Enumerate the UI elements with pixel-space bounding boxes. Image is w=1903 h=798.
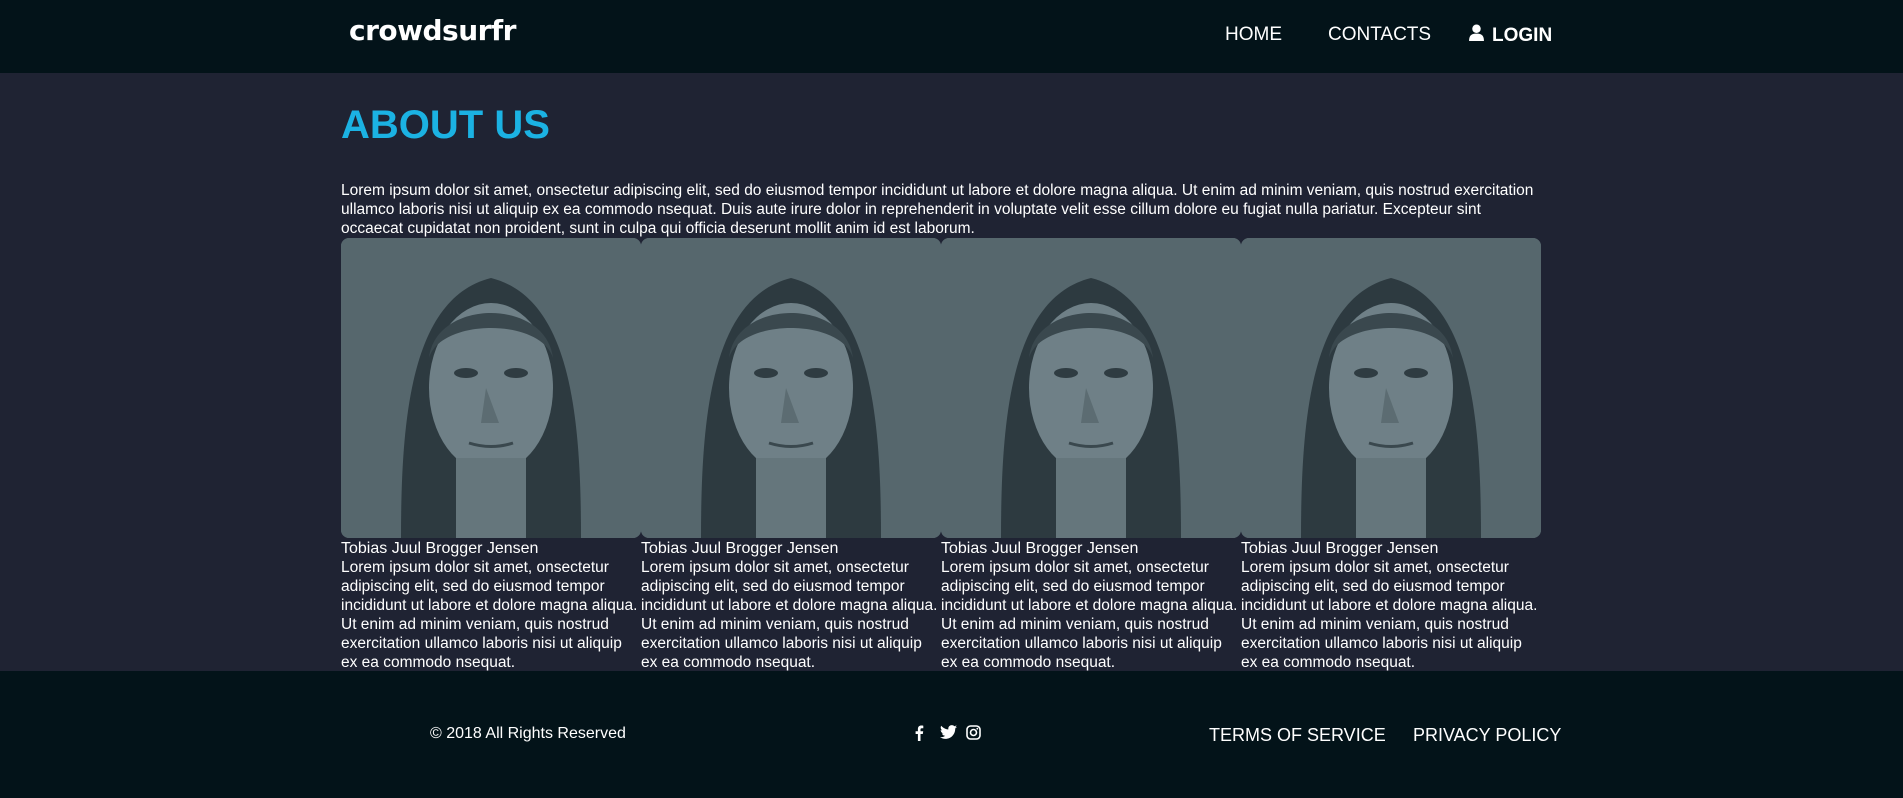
twitter-icon[interactable] — [940, 725, 957, 741]
page-title: ABOUT US — [341, 103, 550, 147]
member-bio: Lorem ipsum dolor sit amet, onsectetur a… — [1241, 559, 1538, 671]
instagram-icon[interactable] — [966, 725, 982, 741]
about-intro: Lorem ipsum dolor sit amet, onsectetur a… — [341, 182, 1534, 237]
member-name: Tobias Juul Brogger Jensen — [941, 540, 1139, 557]
team-member-card: Tobias Juul Brogger Jensen Lorem ipsum d… — [341, 238, 641, 672]
team-member-card: Tobias Juul Brogger Jensen Lorem ipsum d… — [941, 238, 1241, 672]
member-photo — [641, 238, 941, 538]
social-links — [914, 725, 982, 741]
terms-of-service-link[interactable]: TERMS OF SERVICE — [1209, 725, 1386, 746]
team-member-card: Tobias Juul Brogger Jensen Lorem ipsum d… — [641, 238, 941, 672]
member-name: Tobias Juul Brogger Jensen — [1241, 540, 1439, 557]
nav-contacts-link[interactable]: CONTACTS — [1328, 24, 1431, 46]
privacy-policy-link[interactable]: PRIVACY POLICY — [1413, 725, 1561, 746]
member-bio: Lorem ipsum dolor sit amet, onsectetur a… — [941, 559, 1238, 671]
login-link[interactable]: LOGIN — [1469, 24, 1552, 47]
member-photo — [941, 238, 1241, 538]
copyright-text: © 2018 All Rights Reserved — [430, 725, 626, 742]
member-photo — [341, 238, 641, 538]
member-bio: Lorem ipsum dolor sit amet, onsectetur a… — [341, 559, 638, 671]
nav-home-link[interactable]: HOME — [1225, 24, 1282, 46]
footer: © 2018 All Rights Reserved TERMS OF SERV… — [0, 671, 1903, 798]
member-name: Tobias Juul Brogger Jensen — [641, 540, 839, 557]
user-icon — [1469, 24, 1484, 47]
team-grid: Tobias Juul Brogger Jensen Lorem ipsum d… — [341, 238, 1541, 672]
team-member-card: Tobias Juul Brogger Jensen Lorem ipsum d… — [1241, 238, 1541, 672]
login-label: LOGIN — [1492, 24, 1553, 46]
member-photo — [1241, 238, 1541, 538]
member-bio: Lorem ipsum dolor sit amet, onsectetur a… — [641, 559, 938, 671]
facebook-icon[interactable] — [914, 725, 930, 741]
logo[interactable]: crowdsurfr — [349, 14, 516, 47]
member-name: Tobias Juul Brogger Jensen — [341, 540, 539, 557]
top-navbar: crowdsurfr HOME CONTACTS LOGIN — [0, 0, 1903, 73]
